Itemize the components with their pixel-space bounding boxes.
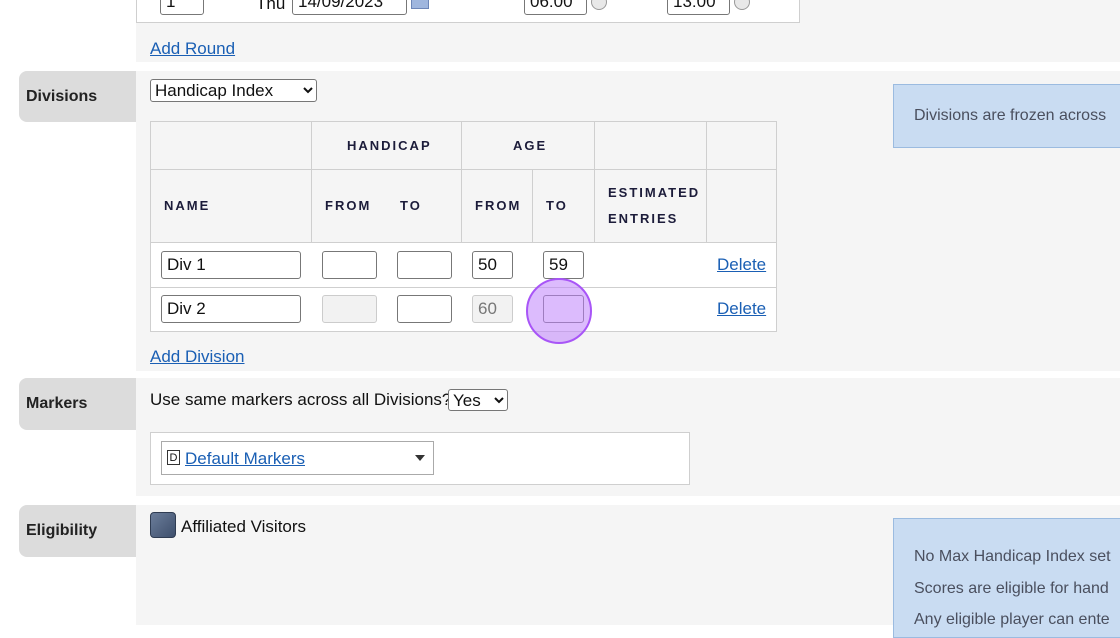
eligibility-info-line: No Max Handicap Index set	[914, 548, 1111, 565]
markers-label: Markers	[19, 378, 136, 430]
same-markers-select[interactable]: Yes	[448, 389, 508, 411]
division-type-select[interactable]: Handicap Index	[150, 79, 317, 102]
age-from-input[interactable]	[472, 251, 513, 279]
division-name-input[interactable]	[161, 251, 301, 279]
default-marker-badge-icon: D	[167, 450, 180, 465]
divisions-info-text: Divisions are frozen across	[914, 107, 1107, 124]
handicap-group-header: HANDICAP	[347, 138, 432, 153]
round-start-time-input[interactable]	[524, 0, 587, 15]
handicap-to-header: TO	[400, 198, 422, 213]
eligibility-info-line: Scores are eligible for hand	[914, 579, 1109, 597]
handicap-from-input[interactable]	[322, 251, 377, 279]
divisions-table-header	[151, 122, 776, 243]
add-division-link[interactable]: Add Division	[150, 347, 245, 367]
table-line	[150, 287, 777, 288]
affiliated-visitors-label: Affiliated Visitors	[181, 517, 307, 536]
age-group-header: AGE	[513, 138, 548, 153]
eligibility-info-line: Any eligible player can ente	[914, 611, 1110, 628]
same-markers-question: Use same markers across all Divisions?	[150, 390, 452, 409]
delete-division-link[interactable]: Delete	[717, 299, 766, 319]
click-cursor-highlight	[526, 278, 592, 344]
handicap-from-header: FROM	[325, 198, 372, 213]
age-from-header: FROM	[475, 198, 522, 213]
age-from-input[interactable]	[472, 295, 513, 323]
calendar-icon[interactable]	[411, 0, 429, 9]
round-end-time-input[interactable]	[667, 0, 730, 15]
table-line	[150, 169, 777, 170]
eligibility-info-box: No Max Handicap Index set Scores are eli…	[893, 518, 1120, 638]
division-name-input[interactable]	[161, 295, 301, 323]
round-date-input[interactable]	[292, 0, 407, 15]
divisions-info-box: Divisions are frozen across	[893, 84, 1120, 148]
table-line	[311, 121, 312, 242]
affiliated-visitors-toggle[interactable]	[150, 512, 176, 538]
chevron-down-icon	[415, 455, 425, 461]
table-line	[532, 169, 533, 242]
estimated-entries-header-line1: ESTIMATED	[608, 185, 701, 200]
table-line	[594, 121, 595, 242]
add-round-link[interactable]: Add Round	[150, 39, 235, 59]
default-markers-dropdown[interactable]: D Default Markers	[161, 441, 434, 475]
delete-division-link[interactable]: Delete	[717, 255, 766, 275]
handicap-to-input[interactable]	[397, 295, 452, 323]
table-line	[706, 121, 707, 242]
eligibility-label: Eligibility	[19, 505, 136, 557]
handicap-from-input[interactable]	[322, 295, 377, 323]
round-number-input[interactable]	[160, 0, 204, 15]
estimated-entries-header-line2: ENTRIES	[608, 211, 679, 226]
handicap-to-input[interactable]	[397, 251, 452, 279]
age-to-header: TO	[546, 198, 568, 213]
default-markers-link[interactable]: Default Markers	[185, 449, 305, 469]
table-line	[461, 121, 462, 242]
divisions-label: Divisions	[19, 71, 136, 122]
age-to-input[interactable]	[543, 251, 584, 279]
name-column-header: NAME	[164, 198, 211, 213]
round-day: Thu	[256, 0, 286, 13]
table-line	[150, 242, 777, 243]
